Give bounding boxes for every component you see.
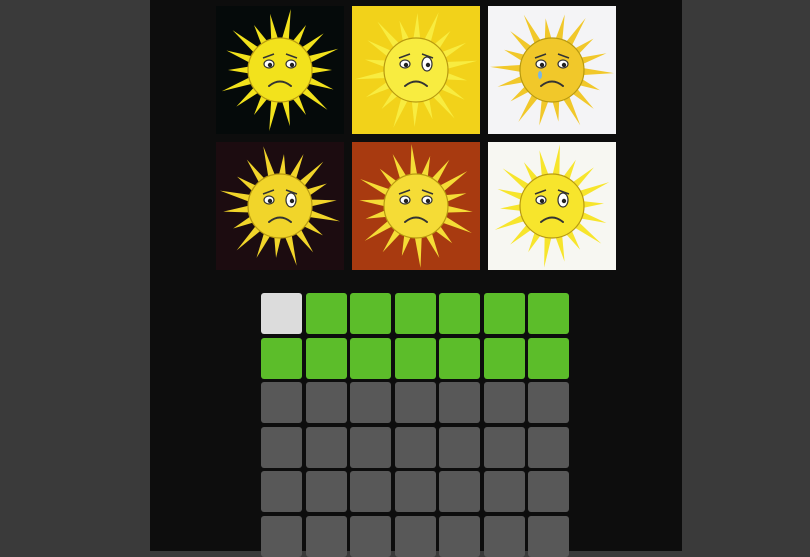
board-cell-empty [305,515,347,557]
board-cell-wrong [261,293,302,334]
board-cell-empty [528,426,569,468]
board-cell-correct [350,293,391,334]
board-cell-empty [350,426,391,468]
board-cell-correct [439,337,480,379]
board-cell-empty [350,471,391,512]
board-cell-empty [394,382,436,423]
board-cell-correct [528,337,569,379]
worried-sun-icon [216,142,344,270]
board-cell-empty [439,426,480,468]
board-cell-empty [350,515,391,557]
board-cell-empty [483,382,525,423]
board-cell-correct [261,337,302,379]
board-cell-correct [483,293,525,334]
board-cell-empty [305,471,347,512]
board-cell-empty [394,471,436,512]
hint-image [352,6,480,134]
board-cell-correct [394,337,436,379]
board-cell-correct [305,337,347,379]
board-cell-empty [261,382,302,423]
board-cell-correct [394,293,436,334]
hint-image [216,142,344,270]
sad-sun-icon [216,6,344,134]
worried-sun-icon [488,142,616,270]
board-cell-empty [394,426,436,468]
sad-sun-icon [352,6,480,134]
board-cell-empty [439,471,480,512]
board-cell-empty [350,382,391,423]
guess-board [261,293,569,557]
board-cell-empty [261,426,302,468]
hint-image [352,142,480,270]
board-cell-empty [483,471,525,512]
board-cell-correct [483,337,525,379]
board-cell-empty [483,515,525,557]
board-cell-correct [350,337,391,379]
crying-sun-icon [488,6,616,134]
board-cell-empty [439,382,480,423]
board-cell-empty [528,382,569,423]
board-cell-empty [483,426,525,468]
board-cell-empty [261,471,302,512]
hint-image [488,142,616,270]
board-cell-empty [305,426,347,468]
board-cell-empty [394,515,436,557]
hint-image [488,6,616,134]
board-cell-empty [439,515,480,557]
hint-image [216,6,344,134]
board-cell-correct [305,293,347,334]
board-cell-empty [261,515,302,557]
board-cell-empty [528,471,569,512]
hint-image-grid [216,6,616,270]
sad-sun-icon [352,142,480,270]
board-cell-correct [528,293,569,334]
board-cell-empty [528,515,569,557]
board-cell-correct [439,293,480,334]
board-cell-empty [305,382,347,423]
